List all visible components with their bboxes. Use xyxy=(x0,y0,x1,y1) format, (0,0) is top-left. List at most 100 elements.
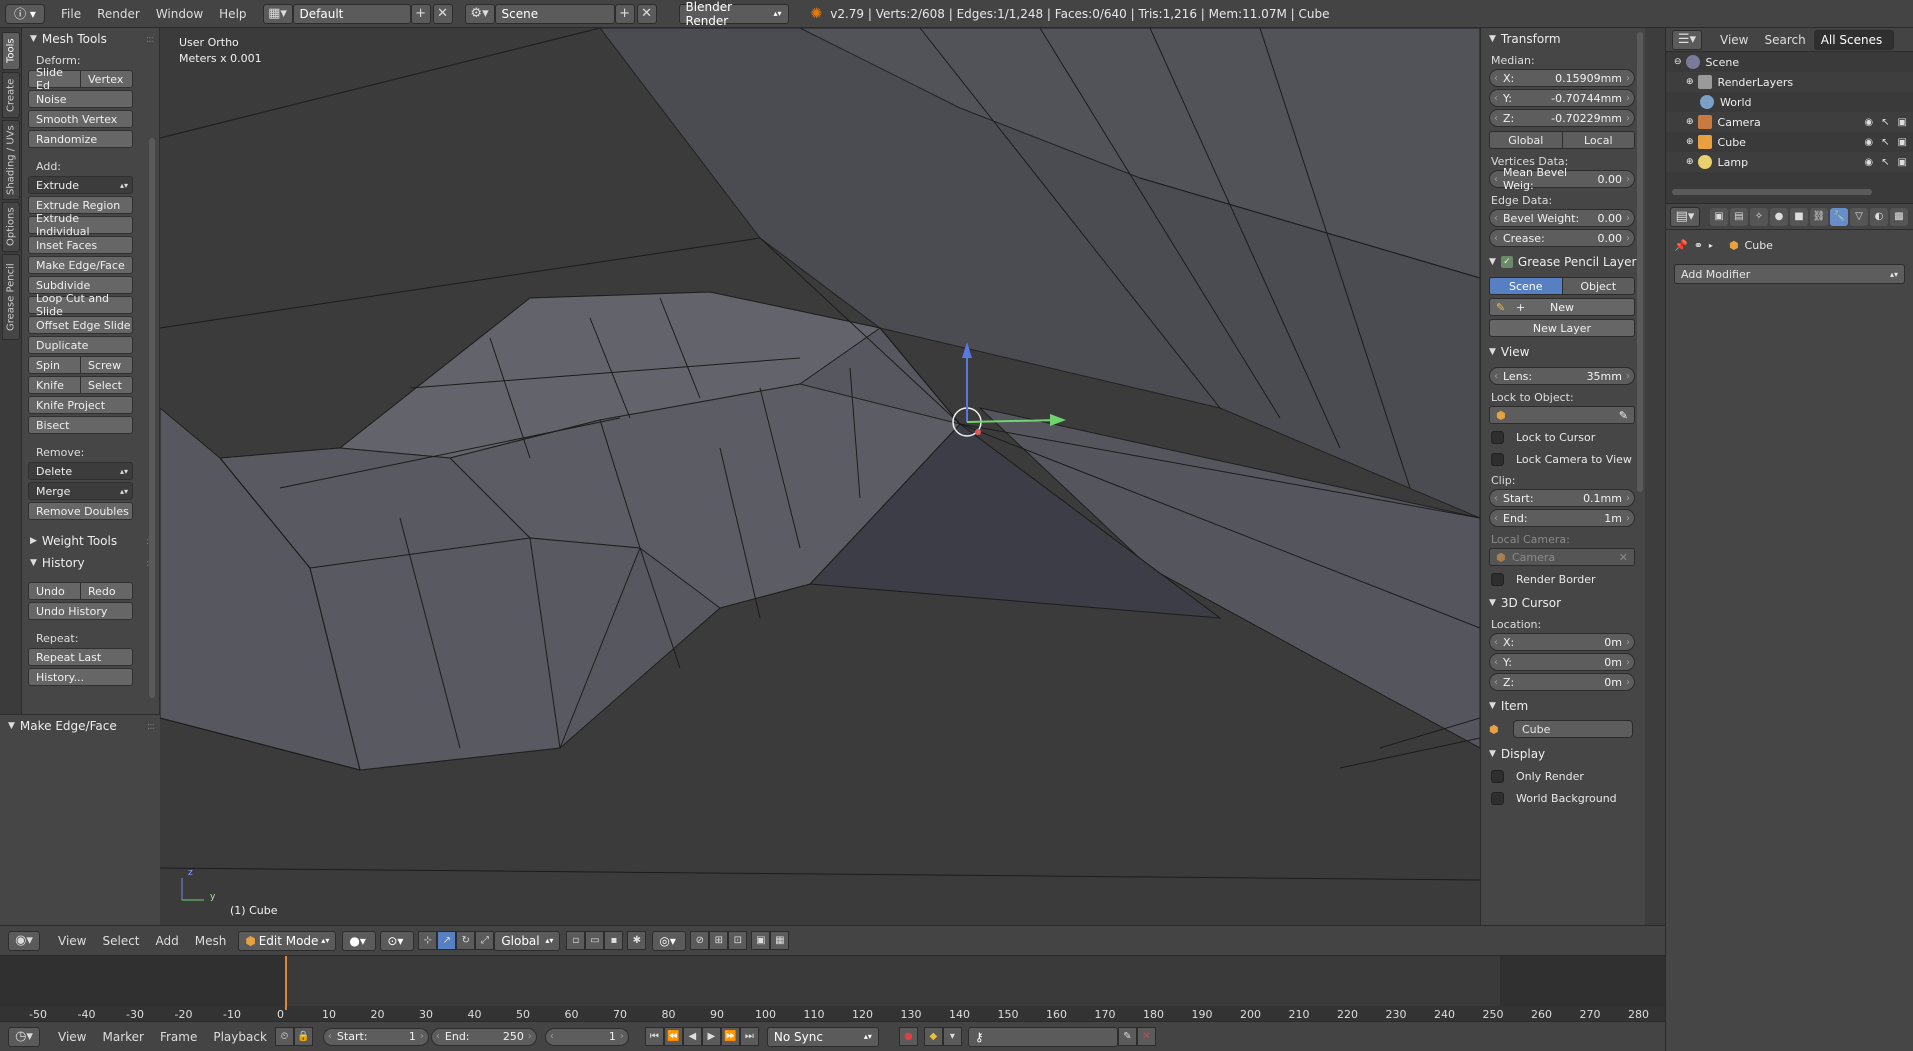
add-layout-button[interactable]: + xyxy=(410,3,431,24)
gp-new-layer-button[interactable]: New Layer xyxy=(1489,319,1635,337)
cursor-icon[interactable]: ↖ xyxy=(1881,117,1889,128)
mean-bevel-weight-field[interactable]: Mean Bevel Weig: 0.00 xyxy=(1489,166,1635,192)
delete-dropdown[interactable]: Delete ▴▾ xyxy=(28,462,133,480)
offset-edge-slide-button[interactable]: Offset Edge Slide xyxy=(28,316,133,334)
knife-project-button[interactable]: Knife Project xyxy=(28,396,133,414)
mesh-tools-header[interactable]: ▼ Mesh Tools::: xyxy=(22,28,159,50)
occlude-geometry-icon[interactable]: ✱ xyxy=(627,931,647,950)
transform-header[interactable]: ▼ Transform xyxy=(1481,28,1645,50)
keying-set-field[interactable]: ⚷ xyxy=(967,1026,1118,1047)
timeline-marker-menu[interactable]: Marker xyxy=(94,1030,151,1044)
scene-selector-button[interactable]: ⚙▾ xyxy=(464,3,495,24)
global-button[interactable]: Global xyxy=(1489,131,1563,149)
translate-manipulator-icon[interactable]: ↗ xyxy=(437,931,457,950)
layout-selector-button[interactable]: ▦▾ xyxy=(262,3,293,24)
scene-tab-icon[interactable]: ✧ xyxy=(1750,207,1768,226)
next-keyframe-icon[interactable]: ⏩ xyxy=(720,1027,740,1046)
jump-start-icon[interactable]: ⏮ xyxy=(644,1027,664,1046)
local-camera-field[interactable]: ⬢ Camera ✕ xyxy=(1489,548,1635,566)
timeline-view-menu[interactable]: View xyxy=(50,1030,94,1044)
visibility-toggles[interactable]: ◉ ↖ ▣ xyxy=(1864,157,1907,168)
current-frame-marker[interactable] xyxy=(285,956,287,1010)
outliner-row-world[interactable]: World xyxy=(1666,92,1913,112)
insert-keyframe-icon[interactable]: ✎ xyxy=(1117,1027,1137,1046)
mesh-menu[interactable]: Mesh xyxy=(187,934,235,948)
outliner-view-menu[interactable]: View xyxy=(1712,33,1756,47)
keying-set-dropdown-icon[interactable]: ▾ xyxy=(942,1027,962,1046)
cursor-z-field[interactable]: Z: 0m xyxy=(1489,673,1635,691)
outliner-scrollbar[interactable] xyxy=(1672,189,1872,195)
sync-dropdown[interactable]: No Sync ▴▾ xyxy=(766,1026,879,1047)
proportional-edit-dropdown[interactable]: ◎▾ xyxy=(652,930,687,951)
render-engine-dropdown[interactable]: Blender Render ▴▾ xyxy=(678,0,789,28)
weight-tools-header[interactable]: ▶Weight Tools::: xyxy=(22,530,159,552)
cursor-icon[interactable]: ↖ xyxy=(1881,137,1889,148)
manipulator-toggle-icon[interactable]: ⊹ xyxy=(418,931,438,950)
render-still-icon[interactable]: ▣ xyxy=(751,931,771,950)
snap-element-icon[interactable]: ⊞ xyxy=(709,931,729,950)
grease-pencil-header[interactable]: ▼ ✓ Grease Pencil Layers xyxy=(1481,251,1645,273)
outliner-row-camera[interactable]: ⊕ Camera ◉ ↖ ▣ xyxy=(1666,112,1913,132)
history-header[interactable]: ▼History::: xyxy=(22,552,159,574)
outliner-row-lamp[interactable]: ⊕ Lamp ◉ ↖ ▣ xyxy=(1666,152,1913,172)
select-menu[interactable]: Select xyxy=(94,934,147,948)
close-icon[interactable]: ✕ xyxy=(1619,551,1628,564)
lock-to-cursor-checkbox[interactable]: Lock to Cursor xyxy=(1491,426,1645,448)
end-frame-field[interactable]: End: 250 xyxy=(430,1027,537,1046)
visibility-toggles[interactable]: ◉ ↖ ▣ xyxy=(1864,117,1907,128)
shading-dropdown[interactable]: ●▾ xyxy=(342,930,377,951)
snap-target-icon[interactable]: ⊡ xyxy=(728,931,748,950)
edge-select-icon[interactable]: ▭ xyxy=(585,931,605,950)
bevel-weight-field[interactable]: Bevel Weight: 0.00 xyxy=(1489,209,1635,227)
play-icon[interactable]: ▶ xyxy=(701,1027,721,1046)
knife-select-button[interactable]: Select xyxy=(81,376,133,394)
tab-options[interactable]: Options xyxy=(2,202,20,252)
median-z-field[interactable]: Z: -0.70229mm xyxy=(1489,109,1635,127)
lock-object-field[interactable]: ⬢ ✎ xyxy=(1489,406,1635,424)
timeline-editor-type-button[interactable]: ◷▾ xyxy=(8,1026,40,1047)
scale-manipulator-icon[interactable]: ⤢ xyxy=(475,931,495,950)
inset-faces-button[interactable]: Inset Faces xyxy=(28,236,133,254)
lock-icon[interactable]: 🔒 xyxy=(293,1027,313,1046)
pivot-dropdown[interactable]: ⊙▾ xyxy=(380,930,415,951)
mode-dropdown[interactable]: ⬢ Edit Mode ▴▾ xyxy=(238,930,337,951)
timeline-frame-menu[interactable]: Frame xyxy=(152,1030,205,1044)
properties-editor-type-button[interactable]: ▤▾ xyxy=(1670,206,1700,227)
current-frame-field[interactable]: 1 xyxy=(544,1027,629,1046)
cursor-x-field[interactable]: X: 0m xyxy=(1489,633,1635,651)
vertex-select-icon[interactable]: ▫ xyxy=(566,931,586,950)
slide-edge-button[interactable]: Slide Ed xyxy=(28,66,81,92)
lens-field[interactable]: Lens: 35mm xyxy=(1489,367,1635,385)
local-button[interactable]: Local xyxy=(1562,131,1635,149)
layout-name-field[interactable]: Default xyxy=(292,3,411,24)
modifiers-tab-icon[interactable]: 🔧 xyxy=(1830,207,1848,226)
noise-button[interactable]: Noise xyxy=(28,90,133,108)
visibility-toggles[interactable]: ◉ ↖ ▣ xyxy=(1864,137,1907,148)
outliner-editor-type-button[interactable]: ☰▾ xyxy=(1672,29,1702,50)
render-border-checkbox[interactable]: Render Border xyxy=(1491,568,1645,590)
tab-grease-pencil[interactable]: Grease Pencil xyxy=(2,254,20,340)
texture-tab-icon[interactable]: ▩ xyxy=(1890,207,1908,226)
menu-file[interactable]: File xyxy=(53,4,89,24)
3d-viewport[interactable]: User Ortho Meters x 0.001 z y (1) Cube xyxy=(160,28,1480,925)
tool-shelf-scrollbar[interactable] xyxy=(149,138,155,698)
gp-object-button[interactable]: Object xyxy=(1562,277,1635,295)
screw-button[interactable]: Screw xyxy=(81,356,133,374)
3d-cursor-header[interactable]: ▼ 3D Cursor xyxy=(1481,592,1645,614)
render-layers-tab-icon[interactable]: ▤ xyxy=(1730,207,1748,226)
keying-set-icon[interactable]: ◆ xyxy=(923,1027,943,1046)
material-tab-icon[interactable]: ◐ xyxy=(1870,207,1888,226)
extrude-individual-button[interactable]: Extrude Individual xyxy=(28,212,133,238)
bisect-button[interactable]: Bisect xyxy=(28,416,133,434)
render-icon[interactable]: ▣ xyxy=(1898,117,1907,128)
render-icon[interactable]: ▣ xyxy=(1898,157,1907,168)
jump-end-icon[interactable]: ⏭ xyxy=(739,1027,759,1046)
loop-cut-button[interactable]: Loop Cut and Slide xyxy=(28,292,133,318)
3d-view-editor-type-button[interactable]: ◉▾ xyxy=(8,930,40,951)
view-panel-header[interactable]: ▼ View xyxy=(1481,341,1645,363)
undo-button[interactable]: Undo xyxy=(28,582,81,600)
view-menu[interactable]: View xyxy=(50,934,94,948)
add-modifier-dropdown[interactable]: Add Modifier ▴▾ xyxy=(1674,264,1905,284)
menu-render[interactable]: Render xyxy=(89,4,148,24)
median-y-field[interactable]: Y: -0.70744mm xyxy=(1489,89,1635,107)
